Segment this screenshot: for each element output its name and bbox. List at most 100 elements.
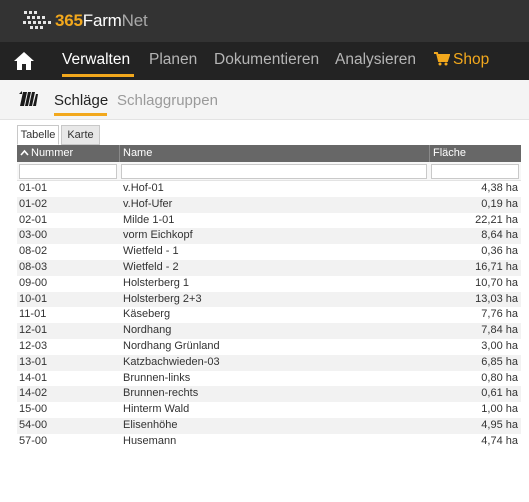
table-row[interactable]: 01-02 v.Hof-Ufer 0,19 ha: [17, 196, 521, 213]
cell-name: Wietfeld - 1: [123, 245, 179, 258]
nav-item-planen[interactable]: Planen: [149, 51, 197, 69]
brand-name-part-2: Net: [121, 11, 148, 30]
cell-name: Käseberg: [123, 308, 171, 321]
cell-name: v.Hof-Ufer: [123, 197, 173, 210]
table-row[interactable]: 14-01 Brunnen-links 0,80 ha: [17, 370, 521, 387]
cell-flaeche: 0,19 ha: [481, 197, 518, 210]
table-row[interactable]: 54-00 Elisenhöhe 4,95 ha: [17, 417, 521, 434]
cell-nummer: 02-01: [19, 213, 48, 226]
column-header-name[interactable]: Name: [123, 145, 152, 162]
brand-logo-text: 365FarmNet: [55, 11, 148, 31]
table-row[interactable]: 12-01 Nordhang 7,84 ha: [17, 323, 521, 339]
table-row[interactable]: 08-03 Wietfeld - 2 16,71 ha: [17, 259, 521, 276]
brand-number: 365: [55, 11, 83, 30]
cell-flaeche: 4,38 ha: [481, 182, 518, 194]
column-divider: [119, 145, 120, 162]
cell-flaeche: 0,36 ha: [481, 245, 518, 258]
cell-flaeche: 22,21 ha: [475, 213, 518, 226]
cell-flaeche: 16,71 ha: [475, 260, 518, 273]
table-row[interactable]: 01-01 v.Hof-01 4,38 ha: [17, 181, 521, 197]
table-row[interactable]: 14-02 Brunnen-rechts 0,61 ha: [17, 386, 521, 403]
cell-flaeche: 3,00 ha: [481, 339, 518, 352]
cell-nummer: 01-02: [19, 197, 48, 210]
cell-name: Holsterberg 1: [123, 276, 190, 289]
cell-name: Brunnen-rechts: [123, 387, 199, 400]
cell-nummer: 14-01: [19, 371, 48, 384]
table-row[interactable]: 57-00 Husemann 4,74 ha: [17, 433, 521, 450]
nav-item-shop[interactable]: Shop: [434, 51, 489, 69]
subnav-item-schlaege[interactable]: Schläge: [54, 92, 108, 110]
cell-nummer: 08-02: [19, 245, 48, 258]
cell-nummer: 01-01: [19, 182, 48, 194]
cell-flaeche: 1,00 ha: [481, 403, 518, 416]
column-divider: [429, 145, 430, 162]
field-icon: [19, 91, 38, 106]
column-label-nummer: Nummer: [31, 147, 74, 159]
filter-row: [17, 162, 521, 181]
cell-nummer: 54-00: [19, 418, 48, 431]
table-row[interactable]: 02-01 Milde 1-01 22,21 ha: [17, 212, 521, 229]
cell-name: Holsterberg 2+3: [123, 292, 202, 305]
cell-nummer: 09-00: [19, 276, 48, 289]
cell-name: Elisenhöhe: [123, 418, 178, 431]
cell-nummer: 13-01: [19, 355, 48, 368]
subnav-item-schlaggruppen[interactable]: Schlaggruppen: [117, 92, 218, 110]
cell-flaeche: 0,61 ha: [481, 387, 518, 400]
cell-flaeche: 10,70 ha: [475, 276, 518, 289]
table-row[interactable]: 11-01 Käseberg 7,76 ha: [17, 307, 521, 324]
nav-active-indicator: [62, 74, 134, 77]
cell-nummer: 14-02: [19, 387, 48, 400]
main-nav: Verwalten Planen Dokumentieren Analysier…: [0, 42, 529, 80]
nav-item-analysieren[interactable]: Analysieren: [335, 51, 416, 69]
table-row[interactable]: 08-02 Wietfeld - 1 0,36 ha: [17, 244, 521, 260]
nav-item-verwalten[interactable]: Verwalten: [62, 51, 130, 69]
filter-input-flaeche[interactable]: [431, 164, 519, 179]
cell-name: Nordhang: [123, 324, 172, 337]
filter-input-name[interactable]: [121, 164, 427, 179]
table-row[interactable]: 10-01 Holsterberg 2+3 13,03 ha: [17, 291, 521, 308]
cell-name: Nordhang Grünland: [123, 339, 220, 352]
column-header-flaeche[interactable]: Fläche: [433, 145, 466, 162]
filter-input-nummer[interactable]: [19, 164, 117, 179]
cell-flaeche: 7,84 ha: [481, 324, 518, 337]
cell-flaeche: 6,85 ha: [481, 355, 518, 368]
cell-name: vorm Eichkopf: [123, 229, 193, 242]
tab-tabelle[interactable]: Tabelle: [17, 125, 59, 145]
cell-nummer: 15-00: [19, 403, 48, 416]
table-body: 01-01 v.Hof-01 4,38 ha 01-02 v.Hof-Ufer 0,19 …: [17, 181, 521, 450]
cell-nummer: 08-03: [19, 260, 48, 273]
cell-nummer: 12-03: [19, 339, 48, 352]
brand-bar: 365FarmNet: [0, 0, 529, 42]
cell-nummer: 11-01: [19, 308, 47, 321]
cell-name: Wietfeld - 2: [123, 260, 179, 273]
cell-nummer: 03-00: [19, 229, 48, 242]
cell-flaeche: 0,80 ha: [481, 371, 518, 384]
cell-flaeche: 13,03 ha: [475, 292, 518, 305]
table-row[interactable]: 09-00 Holsterberg 1 10,70 ha: [17, 275, 521, 292]
table-row[interactable]: 03-00 vorm Eichkopf 8,64 ha: [17, 228, 521, 245]
cell-name: Husemann: [123, 434, 177, 447]
column-header-nummer[interactable]: Nummer: [20, 145, 73, 162]
table-row[interactable]: 12-03 Nordhang Grünland 3,00 ha: [17, 338, 521, 355]
table-header: Nummer Name Fläche: [17, 145, 521, 162]
cell-flaeche: 8,64 ha: [481, 229, 518, 242]
cell-name: Katzbachwieden-03: [123, 355, 220, 368]
nav-item-dokumentieren[interactable]: Dokumentieren: [214, 51, 319, 69]
cell-name: v.Hof-01: [123, 182, 164, 194]
sort-ascending-icon: [20, 149, 29, 156]
cell-flaeche: 7,76 ha: [481, 308, 518, 321]
logo-icon: [23, 11, 51, 29]
cell-nummer: 12-01: [19, 324, 48, 337]
shop-label: Shop: [453, 51, 490, 68]
cart-icon: [434, 52, 450, 66]
home-icon[interactable]: [13, 50, 35, 72]
cell-nummer: 10-01: [19, 292, 48, 305]
cell-name: Milde 1-01: [123, 213, 175, 226]
table-row[interactable]: 15-00 Hinterm Wald 1,00 ha: [17, 402, 521, 418]
table-row[interactable]: 13-01 Katzbachwieden-03 6,85 ha: [17, 354, 521, 371]
cell-name: Brunnen-links: [123, 371, 191, 384]
subnav-active-indicator: [54, 113, 107, 116]
cell-nummer: 57-00: [19, 434, 48, 447]
tab-karte[interactable]: Karte: [61, 125, 100, 145]
cell-name: Hinterm Wald: [123, 403, 190, 416]
